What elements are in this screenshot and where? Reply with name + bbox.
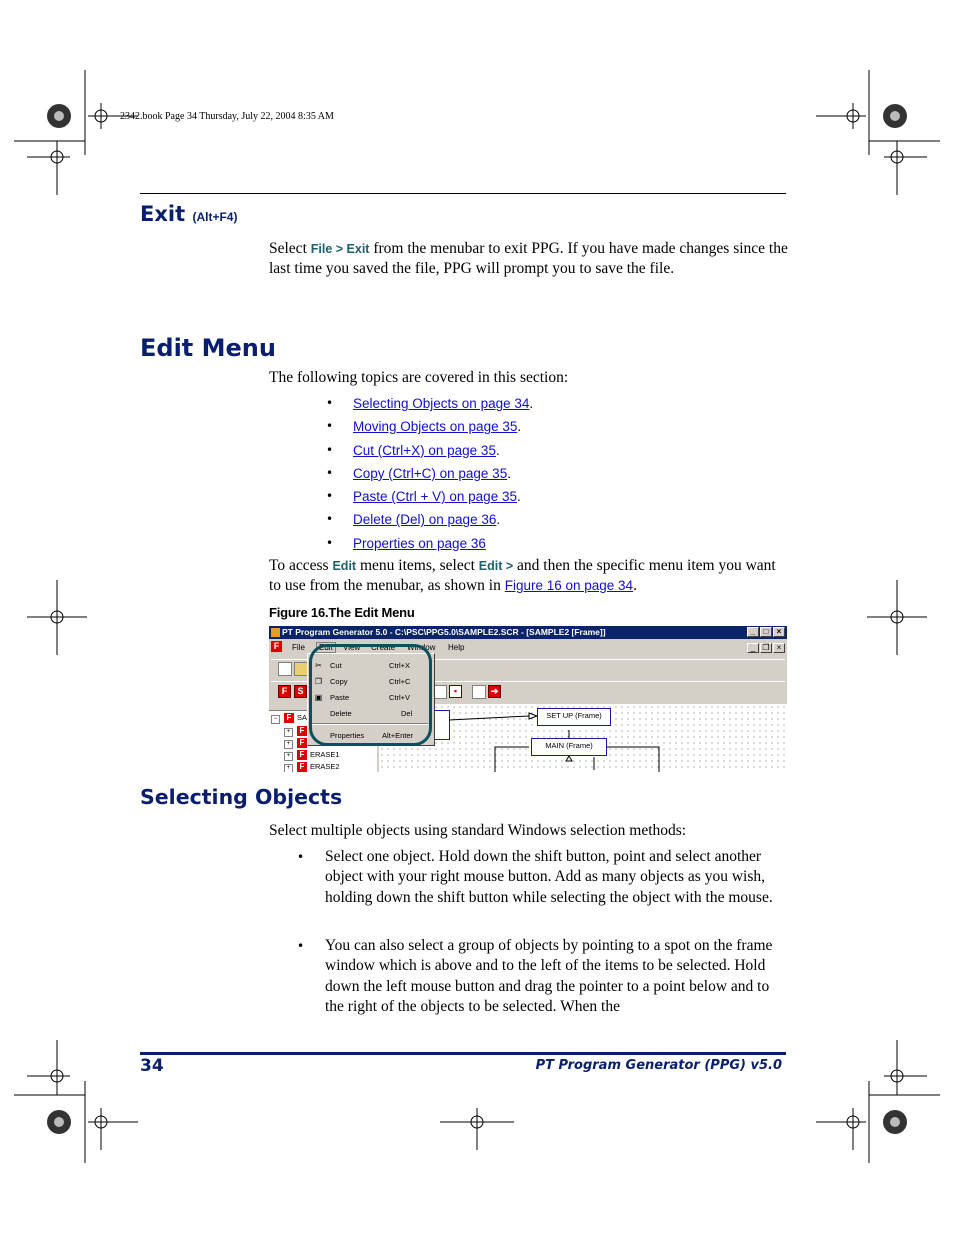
- screen-tool-icon[interactable]: S: [294, 685, 307, 698]
- topic-link-paste[interactable]: Paste (Ctrl + V) on page 35: [353, 489, 517, 504]
- exit-shortcut: (Alt+F4): [192, 210, 238, 224]
- topic-link-copy[interactable]: Copy (Ctrl+C) on page 35: [353, 466, 507, 481]
- doc-icon: F: [271, 641, 282, 652]
- new-file-icon[interactable]: [278, 662, 292, 676]
- frame-canvas[interactable]: SET UP (Frame) MAIN (Frame): [379, 704, 787, 772]
- exit-heading-text: Exit: [140, 202, 186, 226]
- edit-menu-ref: Edit: [332, 559, 357, 573]
- topic-link-cut[interactable]: Cut (Ctrl+X) on page 35: [353, 443, 496, 458]
- edit-menu-intro: The following topics are covered in this…: [269, 369, 569, 386]
- registration-marks: [14, 70, 940, 1163]
- page-number: 34: [140, 1056, 164, 1076]
- topic-suffix: .: [496, 512, 501, 528]
- mdi-restore-icon[interactable]: ❐: [760, 643, 772, 653]
- topic-suffix: .: [507, 465, 511, 481]
- bullet: •: [326, 442, 334, 457]
- top-rule: [140, 193, 786, 194]
- menu-help[interactable]: Help: [448, 643, 464, 652]
- access-p4: .: [633, 577, 637, 594]
- bullet: •: [326, 489, 334, 504]
- selecting-objects-heading: Selecting Objects: [140, 785, 343, 809]
- file-menu-ref: File: [310, 242, 333, 256]
- menu-separator: >: [332, 242, 347, 256]
- access-paragraph: To access Edit menu items, select Edit >…: [269, 556, 789, 596]
- tool-icon[interactable]: ▪: [449, 685, 462, 698]
- app-title: PT Program Generator 5.0 - C:\PSC\PPG5.0…: [282, 627, 606, 637]
- list-item: • Select one object. Hold down the shift…: [297, 847, 787, 929]
- topic-suffix: .: [495, 442, 500, 458]
- main-frame-box[interactable]: MAIN (Frame): [531, 738, 607, 756]
- bullet: •: [326, 396, 334, 410]
- edit-menu-heading: Edit Menu: [140, 334, 276, 362]
- bullet: •: [297, 939, 305, 953]
- figure-caption: Figure 16.The Edit Menu: [269, 605, 415, 620]
- tree-row[interactable]: + F ERASE2: [284, 762, 340, 772]
- arrow-tool-icon[interactable]: ➜: [488, 685, 501, 698]
- maximize-icon[interactable]: □: [760, 627, 772, 637]
- tool-icon[interactable]: [433, 685, 447, 699]
- topic-link-delete[interactable]: Delete (Del) on page 36: [353, 512, 496, 527]
- frame-tool-icon[interactable]: F: [278, 685, 291, 698]
- selecting-intro: Select multiple objects using standard W…: [269, 822, 687, 839]
- bullet: •: [326, 465, 334, 480]
- list-item: • You can also select a group of objects…: [297, 936, 787, 1018]
- open-file-icon[interactable]: [294, 662, 308, 676]
- close-icon[interactable]: ×: [773, 627, 785, 637]
- exit-paragraph: Select File > Exit from the menubar to e…: [269, 239, 789, 279]
- app-icon: [271, 628, 280, 637]
- bullet-text: You can also select a group of objects b…: [325, 937, 773, 1015]
- topic-link-selecting-objects[interactable]: Selecting Objects on page 34: [353, 396, 529, 411]
- bullet: •: [326, 535, 334, 550]
- access-p2: menu items, select: [356, 557, 479, 574]
- mdi-close-icon[interactable]: ×: [773, 643, 785, 653]
- setup-frame-box[interactable]: SET UP (Frame): [537, 708, 611, 726]
- print-header-stamp: 2342.book Page 34 Thursday, July 22, 200…: [120, 111, 334, 122]
- exit-heading: Exit (Alt+F4): [140, 202, 237, 226]
- access-p1: To access: [269, 557, 333, 574]
- topic-suffix: .: [529, 396, 534, 411]
- tree-row[interactable]: + F ERASE1: [284, 750, 340, 761]
- exit-para-prefix: Select: [269, 240, 311, 257]
- topic-suffix: .: [516, 489, 521, 505]
- figure-16-link[interactable]: Figure 16 on page 34: [505, 578, 633, 593]
- bullet: •: [297, 850, 305, 864]
- topic-link-properties[interactable]: Properties on page 36: [353, 536, 486, 551]
- topic-link-moving-objects[interactable]: Moving Objects on page 35: [353, 419, 517, 434]
- highlight-callout: [309, 644, 432, 746]
- phone-tool-icon[interactable]: [472, 685, 486, 699]
- bullet: •: [326, 512, 334, 527]
- bullet-text: Select one object. Hold down the shift b…: [325, 848, 773, 906]
- mdi-minimize-icon[interactable]: _: [747, 643, 759, 653]
- tree-row[interactable]: − F SA: [271, 713, 307, 724]
- exit-menu-ref: Exit: [346, 242, 370, 256]
- footer-title: PT Program Generator (PPG) v5.0: [535, 1058, 782, 1073]
- app-titlebar: PT Program Generator 5.0 - C:\PSC\PPG5.0…: [269, 626, 787, 639]
- edit-menu-screenshot: PT Program Generator 5.0 - C:\PSC\PPG5.0…: [269, 626, 787, 772]
- menu-file[interactable]: File: [292, 643, 305, 652]
- bullet: •: [326, 419, 334, 434]
- edit-menu-ref-2: Edit >: [478, 559, 514, 573]
- topic-suffix: .: [517, 419, 522, 435]
- footer-rule: [140, 1052, 786, 1055]
- minimize-icon[interactable]: _: [747, 627, 759, 637]
